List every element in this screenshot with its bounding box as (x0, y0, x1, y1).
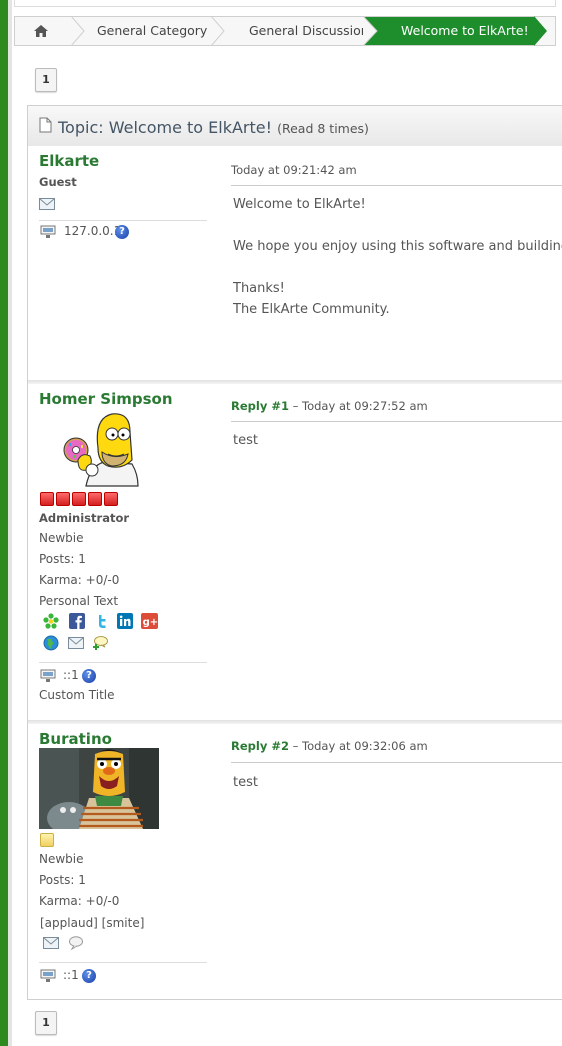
add-buddy-icon[interactable] (92, 635, 108, 651)
rank-star-icon (40, 833, 54, 847)
topic-header: Topic: Welcome to ElkArte! (Read 8 times… (27, 105, 562, 147)
post-time: – Today at 09:27:52 am (288, 399, 428, 413)
help-icon[interactable]: ? (82, 669, 96, 683)
topic-title-text: Topic: Welcome to ElkArte! (58, 118, 273, 137)
email-icon[interactable] (43, 937, 59, 949)
breadcrumb-label: General Category (97, 23, 208, 38)
post-body-line: test (233, 433, 258, 448)
message-header-rule (231, 762, 562, 763)
help-icon[interactable]: ? (82, 969, 96, 983)
breadcrumb-general-discussion[interactable]: General Discussion (211, 17, 369, 45)
rank-star-icon (72, 492, 86, 506)
topic-title: Topic: Welcome to ElkArte! (Read 8 times… (58, 118, 369, 137)
poster-ip: ::1 (63, 668, 79, 682)
personal-message-icon[interactable] (68, 935, 84, 951)
page-link-1[interactable]: 1 (35, 68, 57, 92)
breadcrumb-current-topic[interactable]: Welcome to ElkArte! (365, 17, 535, 45)
poster-applaud-smite[interactable]: [applaud] [smite] (40, 916, 144, 930)
poster-post-count: Posts: 1 (39, 552, 86, 566)
breadcrumb-home[interactable] (15, 17, 71, 45)
poster-post-count: Posts: 1 (39, 873, 86, 887)
icq-icon[interactable] (43, 613, 59, 629)
breadcrumb: General Category General Discussion Welc… (14, 16, 556, 46)
poster-karma: Karma: +0/-0 (39, 894, 120, 908)
message-header-rule (231, 185, 562, 186)
poster-rank: Newbie (39, 531, 84, 545)
post-body: test (233, 772, 258, 793)
post-body-line: Welcome to ElkArte! (233, 197, 366, 212)
email-icon[interactable] (68, 637, 84, 649)
poster-name[interactable]: Elkarte (39, 152, 99, 170)
post-body-blank (233, 257, 562, 278)
email-icon[interactable] (39, 198, 55, 210)
google-plus-icon[interactable]: g+ (141, 613, 158, 629)
help-icon[interactable]: ? (115, 225, 129, 239)
post-1: Elkarte Guest 127.0.0.1 ? Today at 09:21… (27, 146, 562, 380)
rank-star-icon (88, 492, 102, 506)
document-icon (39, 117, 52, 133)
post-body-line: Thanks! (233, 281, 285, 296)
svg-text:g+: g+ (143, 617, 158, 628)
breadcrumb-active-arrow (534, 16, 547, 46)
post-3: Buratino Newbie Posts: 1 Karma: +0/-0 [a… (27, 724, 562, 999)
post-reply-meta: Reply #2 – Today at 09:32:06 am (231, 739, 428, 753)
post-body-line: We hope you enjoy using this software an… (233, 239, 562, 254)
left-edge-bar (0, 0, 8, 1046)
post-body-line: test (233, 775, 258, 790)
poster-group: Guest (39, 175, 77, 189)
post-time: Today at 09:21:42 am (231, 163, 357, 177)
breadcrumb-separator (363, 16, 378, 46)
breadcrumb-general-category[interactable]: General Category (71, 17, 211, 45)
poster-group: Administrator (39, 511, 130, 525)
poster-custom-title: Custom Title (39, 688, 115, 702)
reply-number-link[interactable]: Reply #1 (231, 399, 289, 413)
posts-bottom-border (27, 999, 562, 1000)
post-2: Homer Simpson Administrator Newbie Posts… (27, 384, 562, 720)
poster-divider (39, 662, 207, 663)
twitter-icon[interactable] (94, 613, 110, 629)
post-body: test (233, 430, 258, 451)
facebook-icon[interactable] (69, 613, 85, 629)
poster-personal-text: Personal Text (39, 594, 119, 608)
ip-address-icon (40, 969, 56, 982)
rank-star-icon (56, 492, 70, 506)
poster-karma: Karma: +0/-0 (39, 573, 120, 587)
poster-name[interactable]: Homer Simpson (39, 390, 173, 408)
post-body-blank (233, 215, 562, 236)
page-link-1-bottom[interactable]: 1 (35, 1011, 57, 1035)
avatar[interactable] (52, 408, 140, 488)
avatar[interactable] (39, 748, 159, 829)
ip-address-icon (40, 225, 56, 238)
post-time: – Today at 09:32:06 am (288, 739, 428, 753)
reply-number-link[interactable]: Reply #2 (231, 739, 289, 753)
top-panel-fragment (14, 0, 556, 7)
linkedin-icon[interactable] (117, 613, 133, 629)
poster-divider (39, 220, 207, 221)
poster-ip: 127.0.0.1 (64, 224, 122, 238)
topic-read-count: (Read 8 times) (277, 121, 369, 136)
poster-ip: ::1 (63, 968, 79, 982)
message-header-rule (231, 421, 562, 422)
poster-rank: Newbie (39, 852, 84, 866)
breadcrumb-label: General Discussion (249, 23, 369, 38)
post-body-line: The ElkArte Community. (233, 302, 390, 317)
poster-divider (39, 962, 207, 963)
rank-star-icon (104, 492, 118, 506)
post-body: Welcome to ElkArte! We hope you enjoy us… (233, 194, 562, 320)
website-globe-icon[interactable] (43, 635, 59, 651)
home-icon (34, 25, 48, 37)
rank-star-icon (40, 492, 54, 506)
ip-address-icon (40, 669, 56, 682)
poster-name[interactable]: Buratino (39, 730, 112, 748)
breadcrumb-label: Welcome to ElkArte! (401, 23, 529, 38)
post-reply-meta: Reply #1 – Today at 09:27:52 am (231, 399, 428, 413)
